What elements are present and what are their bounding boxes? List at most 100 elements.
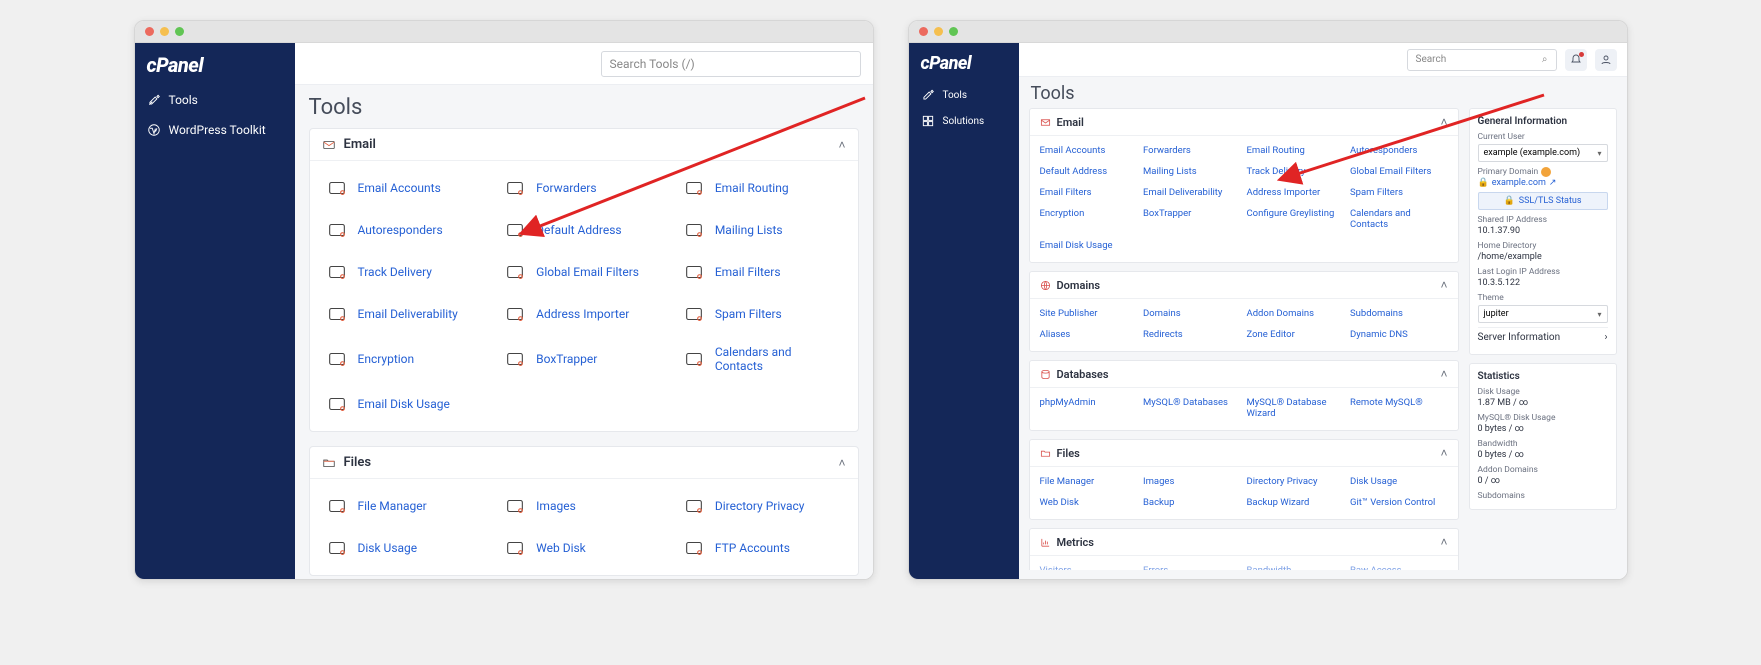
user-icon[interactable] (1595, 49, 1617, 71)
tool-item[interactable]: BoxTrapper (496, 337, 671, 381)
panel-head-metrics[interactable]: Metrics ˄ (1030, 529, 1458, 556)
user-select[interactable]: example (example.com) ▾ (1478, 144, 1608, 162)
tool-link[interactable]: Site Publisher (1040, 305, 1138, 322)
tool-link[interactable]: Dynamic DNS (1350, 326, 1448, 343)
panel-head-files[interactable]: Files ˄ (1030, 440, 1458, 467)
tool-link[interactable]: Images (1143, 473, 1241, 490)
tool-item[interactable]: Default Address (496, 211, 671, 249)
panel-head-domains[interactable]: Domains ˄ (1030, 272, 1458, 299)
tool-link[interactable]: MySQL® Databases (1143, 394, 1241, 422)
notifications-icon[interactable] (1565, 49, 1587, 71)
sidebar-item-solutions[interactable]: Solutions (909, 108, 1019, 134)
tool-link[interactable]: Email Disk Usage (1040, 237, 1138, 254)
tool-item[interactable]: Email Disk Usage (318, 385, 493, 423)
tool-link[interactable]: Addon Domains (1247, 305, 1345, 322)
tool-link[interactable]: phpMyAdmin (1040, 394, 1138, 422)
tool-link[interactable]: File Manager (1040, 473, 1138, 490)
tool-link[interactable]: Raw Access (1350, 562, 1448, 570)
panel-head-email[interactable]: Email ˄ (310, 129, 858, 161)
tool-item[interactable]: Encryption (318, 337, 493, 381)
tool-link[interactable]: Zone Editor (1247, 326, 1345, 343)
titlebar (135, 21, 873, 43)
stat-row[interactable]: Subdomains (1478, 491, 1608, 501)
tool-item[interactable]: Email Deliverability (318, 295, 493, 333)
tool-link[interactable]: Remote MySQL® (1350, 394, 1448, 422)
tool-link[interactable]: Configure Greylisting (1247, 205, 1345, 233)
stat-label: Addon Domains (1478, 465, 1608, 475)
sidebar-item-tools[interactable]: Tools (909, 82, 1019, 108)
tool-item[interactable]: Track Delivery (318, 253, 493, 291)
link-primary-domain[interactable]: 🔒 example.com ↗ (1478, 178, 1608, 188)
close-dot-icon[interactable] (919, 27, 928, 36)
panel-head-files[interactable]: Files ˄ (310, 447, 858, 479)
tool-link[interactable]: Email Routing (1247, 142, 1345, 159)
tool-link[interactable]: Autoresponders (1350, 142, 1448, 159)
tool-item[interactable]: Email Accounts (318, 169, 493, 207)
tool-link[interactable]: Email Accounts (1040, 142, 1138, 159)
tool-item[interactable]: Address Importer (496, 295, 671, 333)
tool-item[interactable]: Calendars and Contacts (675, 337, 850, 381)
stat-row[interactable]: Bandwidth0 bytes / ∞ (1478, 439, 1608, 460)
tool-link[interactable]: MySQL® Database Wizard (1247, 394, 1345, 422)
tool-item[interactable]: File Manager (318, 487, 493, 525)
tool-item[interactable]: Forwarders (496, 169, 671, 207)
tool-item[interactable]: Autoresponders (318, 211, 493, 249)
maximize-dot-icon[interactable] (949, 27, 958, 36)
tool-item[interactable]: Web Disk (496, 529, 671, 567)
minimize-dot-icon[interactable] (934, 27, 943, 36)
tool-link[interactable]: Mailing Lists (1143, 163, 1241, 180)
stat-row[interactable]: Addon Domains0 / ∞ (1478, 465, 1608, 486)
tool-item[interactable]: Mailing Lists (675, 211, 850, 249)
tool-link[interactable]: Domains (1143, 305, 1241, 322)
tool-item[interactable]: Spam Filters (675, 295, 850, 333)
stat-row[interactable]: MySQL® Disk Usage0 bytes / ∞ (1478, 413, 1608, 434)
tool-label: Calendars and Contacts (715, 345, 842, 373)
sidebar-item-wordpress[interactable]: WordPress Toolkit (135, 115, 295, 145)
close-dot-icon[interactable] (145, 27, 154, 36)
tool-link[interactable]: Backup (1143, 494, 1241, 511)
tool-link[interactable]: Email Deliverability (1143, 184, 1241, 201)
ssl-status-button[interactable]: 🔒 SSL/TLS Status (1478, 192, 1608, 210)
tool-link[interactable]: Git™ Version Control (1350, 494, 1448, 511)
minimize-dot-icon[interactable] (160, 27, 169, 36)
tool-link[interactable]: Calendars and Contacts (1350, 205, 1448, 233)
tool-item[interactable]: Disk Usage (318, 529, 493, 567)
sidebar-item-tools[interactable]: Tools (135, 85, 295, 115)
database-icon (1040, 369, 1051, 380)
tool-link[interactable]: Global Email Filters (1350, 163, 1448, 180)
tool-link[interactable]: Subdomains (1350, 305, 1448, 322)
tool-link[interactable]: Aliases (1040, 326, 1138, 343)
tool-item[interactable]: Images (496, 487, 671, 525)
tool-item[interactable]: FTP Accounts (675, 529, 850, 567)
tool-link[interactable]: Visitors (1040, 562, 1138, 570)
panel-head-email[interactable]: Email ˄ (1030, 109, 1458, 136)
tool-item[interactable]: Email Routing (675, 169, 850, 207)
tool-item[interactable]: Email Filters (675, 253, 850, 291)
tool-link[interactable]: Directory Privacy (1247, 473, 1345, 490)
tool-link[interactable]: Default Address (1040, 163, 1138, 180)
tool-link[interactable]: Encryption (1040, 205, 1138, 233)
panel-head-databases[interactable]: Databases ˄ (1030, 361, 1458, 388)
tool-link[interactable]: Address Importer (1247, 184, 1345, 201)
search-input[interactable]: Search Tools (/) (601, 51, 861, 77)
search-input[interactable]: Search ⌕ (1407, 49, 1557, 71)
tool-link[interactable]: Errors (1143, 562, 1241, 570)
tool-link[interactable]: Spam Filters (1350, 184, 1448, 201)
tool-link[interactable]: Email Filters (1040, 184, 1138, 201)
tool-item[interactable]: Directory Privacy (675, 487, 850, 525)
stat-row[interactable]: Disk Usage1.87 MB / ∞ (1478, 387, 1608, 408)
tool-item[interactable]: Global Email Filters (496, 253, 671, 291)
server-info-link[interactable]: Server Information › (1478, 327, 1608, 347)
maximize-dot-icon[interactable] (175, 27, 184, 36)
value-home-dir: /home/example (1478, 252, 1608, 262)
tool-link[interactable]: Backup Wizard (1247, 494, 1345, 511)
tool-link[interactable]: Bandwidth (1247, 562, 1345, 570)
tool-link[interactable]: BoxTrapper (1143, 205, 1241, 233)
tool-link[interactable]: Redirects (1143, 326, 1241, 343)
tool-label: Images (536, 499, 576, 513)
tool-link[interactable]: Forwarders (1143, 142, 1241, 159)
tool-link[interactable]: Track Delivery (1247, 163, 1345, 180)
tool-link[interactable]: Disk Usage (1350, 473, 1448, 490)
theme-select[interactable]: jupiter ▾ (1478, 305, 1608, 323)
tool-link[interactable]: Web Disk (1040, 494, 1138, 511)
